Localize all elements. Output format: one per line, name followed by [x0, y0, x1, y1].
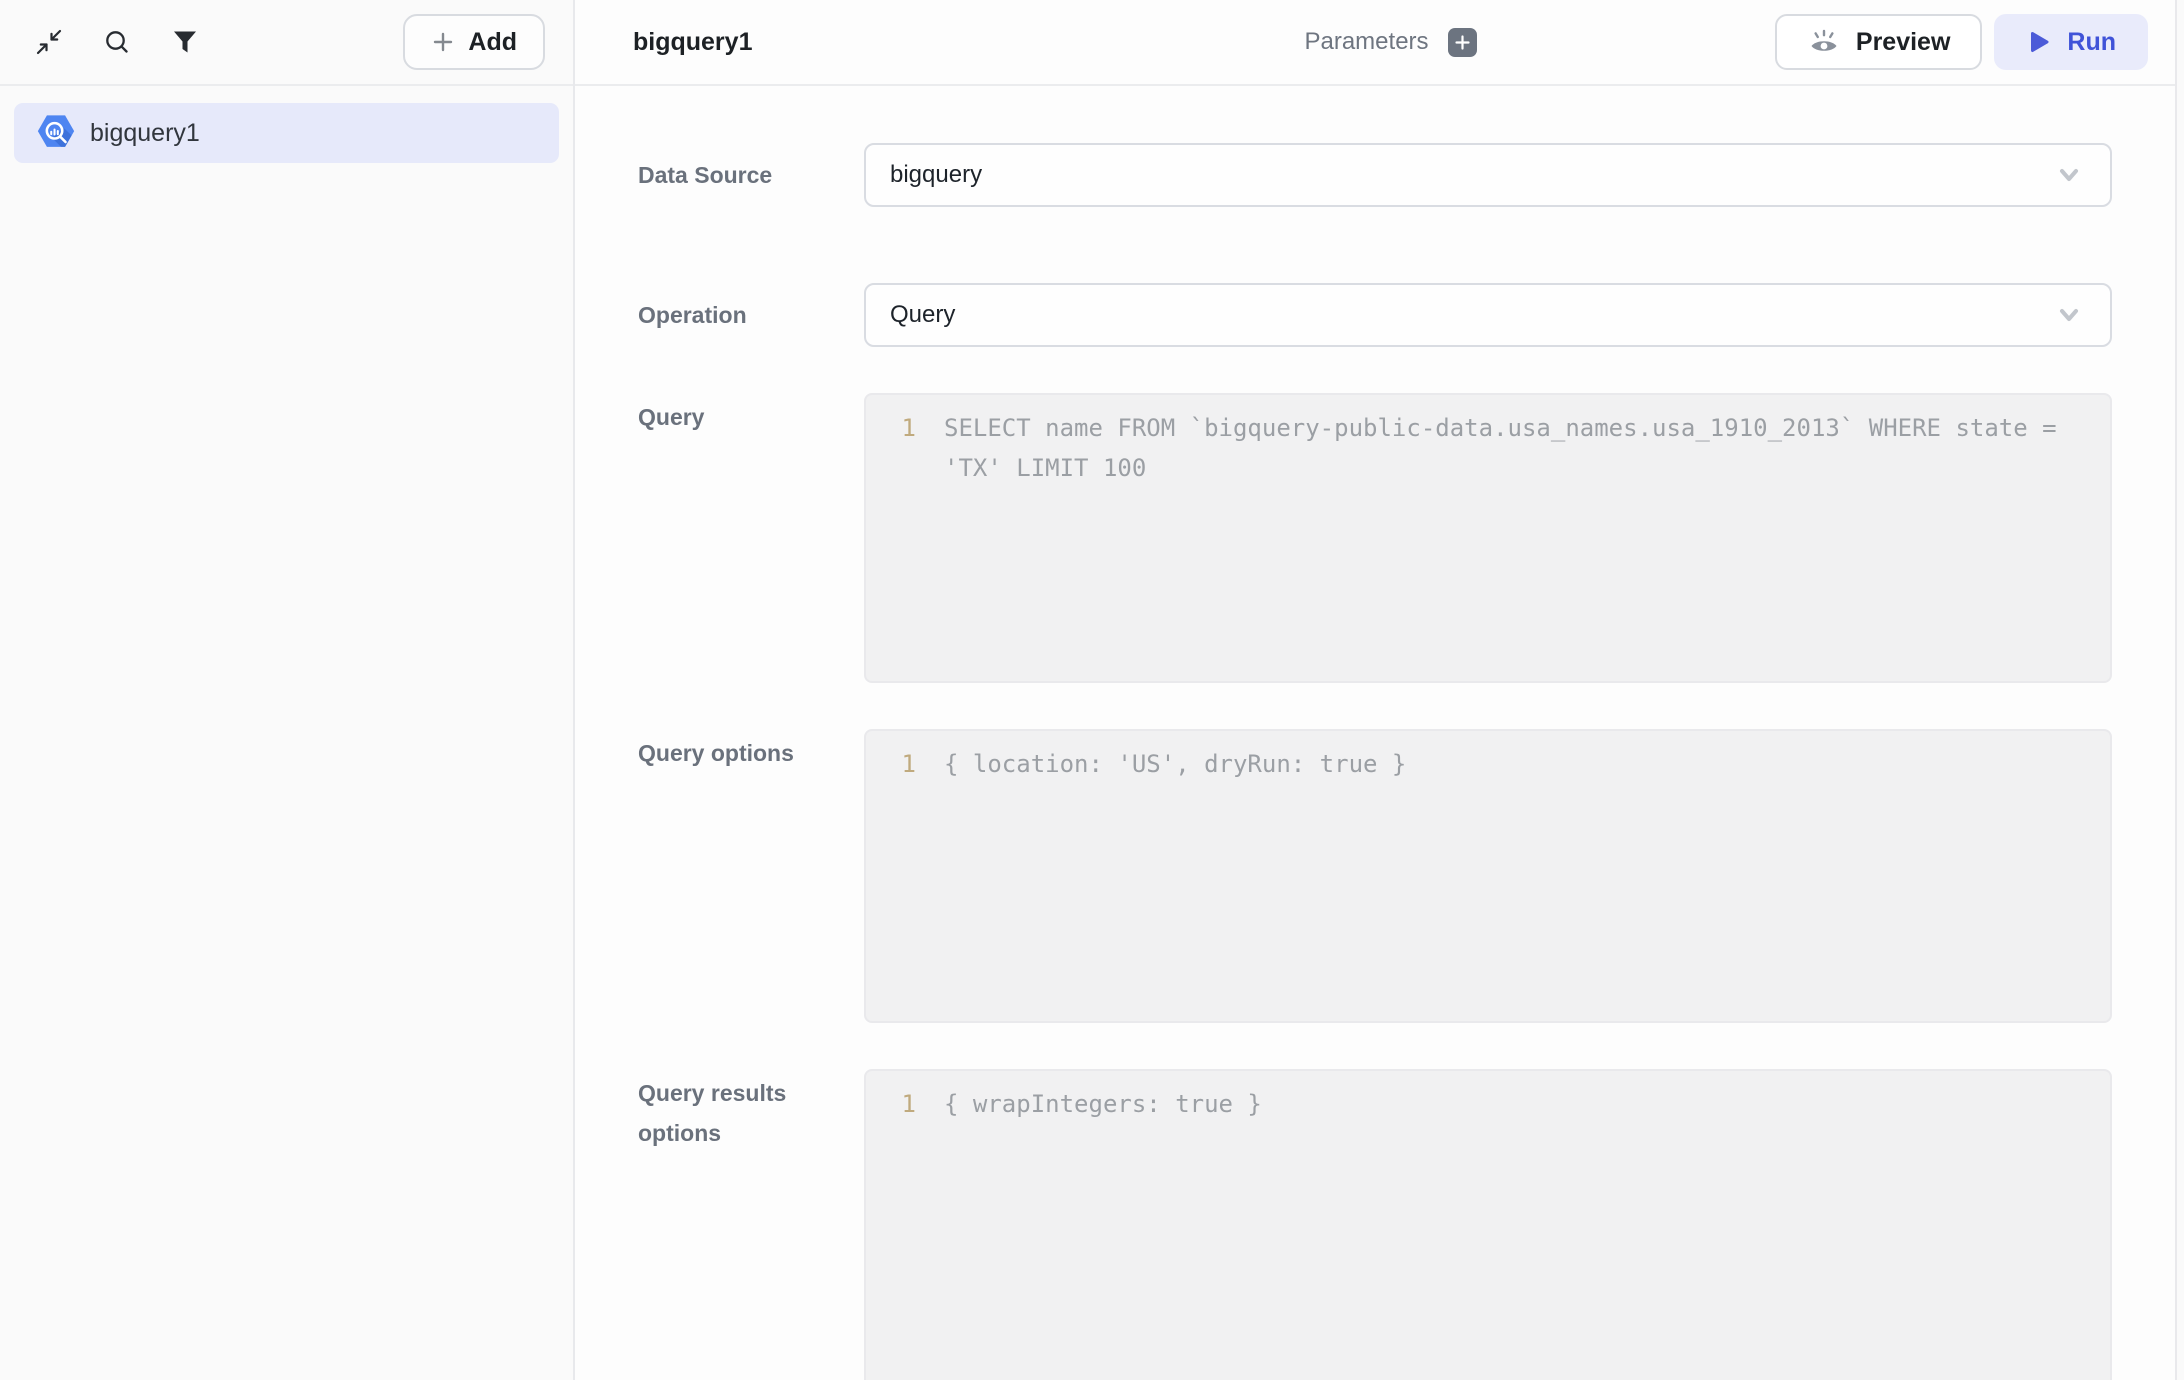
query-results-options-label: Query results options — [638, 1069, 864, 1153]
sidebar-item-label: bigquery1 — [90, 119, 200, 148]
data-source-value: bigquery — [890, 161, 982, 189]
query-options-label: Query options — [638, 729, 864, 773]
chevron-down-icon — [2052, 158, 2086, 192]
sidebar-toolbar: Add — [0, 0, 573, 86]
line-number: 1 — [866, 408, 916, 488]
field-row-query-results-options: Query results options 1 { wrapIntegers: … — [638, 1069, 2112, 1380]
sidebar: Add — [0, 0, 575, 1380]
query-code-text: SELECT name FROM `bigquery-public-data.u… — [916, 408, 2110, 488]
operation-label: Operation — [638, 283, 864, 347]
filter-icon — [172, 29, 198, 55]
plus-icon — [431, 30, 455, 54]
data-source-select[interactable]: bigquery — [864, 143, 2112, 207]
main-panel: bigquery1 Parameters — [575, 0, 2175, 1380]
operation-select[interactable]: Query — [864, 283, 2112, 347]
preview-button[interactable]: Preview — [1775, 14, 1983, 70]
operation-value: Query — [890, 301, 955, 329]
play-icon — [2026, 29, 2052, 55]
bigquery-icon — [34, 111, 78, 155]
add-parameter-button[interactable] — [1448, 28, 1477, 57]
add-button-label: Add — [468, 28, 517, 57]
run-button[interactable]: Run — [1994, 14, 2148, 70]
data-source-label: Data Source — [638, 143, 864, 207]
query-label: Query — [638, 393, 864, 437]
app-window: Add — [0, 0, 2184, 1380]
field-row-operation: Operation Query — [638, 283, 2112, 347]
search-icon — [103, 28, 131, 56]
query-form: Data Source bigquery Operation Query — [575, 86, 2175, 1380]
panel-edge — [2175, 0, 2184, 1380]
field-row-query-options: Query options 1 { location: 'US', dryRun… — [638, 729, 2112, 1023]
chevron-down-icon — [2052, 298, 2086, 332]
filter-button[interactable] — [170, 27, 200, 57]
main-header: bigquery1 Parameters — [575, 0, 2175, 86]
page-title: bigquery1 — [633, 28, 752, 56]
field-row-query: Query 1 SELECT name FROM `bigquery-publi… — [638, 393, 2112, 683]
query-results-options-code-text: { wrapIntegers: true } — [916, 1084, 2110, 1124]
sidebar-query-list: bigquery1 — [0, 86, 573, 180]
run-button-label: Run — [2067, 28, 2116, 57]
line-number: 1 — [866, 744, 916, 784]
query-editor[interactable]: 1 SELECT name FROM `bigquery-public-data… — [864, 393, 2112, 683]
query-options-editor[interactable]: 1 { location: 'US', dryRun: true } — [864, 729, 2112, 1023]
query-results-options-editor[interactable]: 1 { wrapIntegers: true } — [864, 1069, 2112, 1380]
query-options-code-text: { location: 'US', dryRun: true } — [916, 744, 2110, 784]
parameters-section: Parameters — [1304, 28, 1476, 57]
preview-button-label: Preview — [1856, 28, 1951, 57]
sidebar-item-bigquery1[interactable]: bigquery1 — [14, 103, 559, 163]
field-row-data-source: Data Source bigquery — [638, 143, 2112, 207]
line-number: 1 — [866, 1084, 916, 1124]
collapse-panel-button[interactable] — [34, 27, 64, 57]
collapse-icon — [35, 28, 63, 56]
search-button[interactable] — [102, 27, 132, 57]
parameters-label: Parameters — [1304, 28, 1428, 56]
add-button[interactable]: Add — [403, 14, 545, 70]
eye-icon — [1807, 26, 1841, 58]
plus-icon — [1454, 34, 1471, 51]
